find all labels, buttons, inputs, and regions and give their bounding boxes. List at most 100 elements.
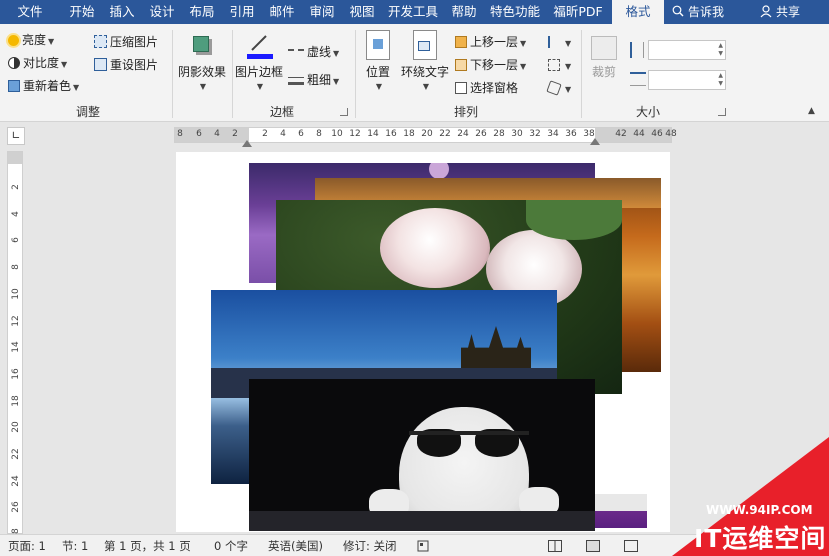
group-separator <box>232 30 233 118</box>
tab-9[interactable]: 开发工具 <box>382 0 444 24</box>
wrap-text-label: 环绕文字 <box>400 65 449 79</box>
bring-forward-button[interactable]: 上移一层 ▼ <box>455 32 526 52</box>
height-icon <box>630 42 644 58</box>
picture-border-label: 图片边框 <box>235 65 284 79</box>
pencil-icon <box>244 30 274 60</box>
ruler-tick-label: 42 <box>615 129 627 139</box>
brightness-button[interactable]: 亮度 ▼ <box>8 30 54 50</box>
height-input[interactable]: ▲ ▼ <box>648 40 726 60</box>
contrast-button[interactable]: 对比度 ▼ <box>8 53 67 73</box>
picture-border-button[interactable]: 图片边框 ▼ <box>235 30 283 91</box>
chevron-down-icon: ▼ <box>422 82 430 91</box>
chevron-down-icon: ▼ <box>520 62 527 71</box>
ruler-tick-label: 12 <box>349 129 361 139</box>
group-separator <box>355 30 356 118</box>
position-label: 位置 <box>365 65 390 79</box>
right-indent-marker[interactable] <box>590 138 600 145</box>
read-mode-icon[interactable] <box>548 535 562 556</box>
chevron-down-icon: ▼ <box>256 82 264 91</box>
size-dialog-launcher[interactable] <box>718 108 726 116</box>
ruler-tick-label: 20 <box>421 129 433 139</box>
brightness-label: 亮度 <box>22 33 47 47</box>
status-word-count[interactable]: 0 个字 <box>214 535 248 556</box>
tab-8[interactable]: 视图 <box>342 0 382 24</box>
vertical-ruler[interactable]: 246810121416182022242628 <box>7 151 23 540</box>
compress-pictures-button[interactable]: 压缩图片 <box>94 32 158 52</box>
border-group-label: 边框 <box>269 105 294 119</box>
ruler-tick-label: 24 <box>11 474 21 487</box>
spin-down-icon: ▼ <box>718 80 723 87</box>
adjust-group-label: 调整 <box>75 105 100 119</box>
chevron-down-icon: ▼ <box>375 82 383 91</box>
tab-13[interactable]: 格式 <box>612 0 664 24</box>
chevron-down-icon: ▼ <box>565 62 572 71</box>
status-revision[interactable]: 修订: 关闭 <box>343 535 397 556</box>
bring-forward-label: 上移一层 <box>470 35 519 49</box>
tab-3[interactable]: 设计 <box>142 0 182 24</box>
ruler-tick-label: 14 <box>367 129 379 139</box>
tell-me-search[interactable]: 告诉我 <box>672 0 724 24</box>
crop-button[interactable]: 裁剪 <box>586 36 622 80</box>
tab-12[interactable]: 福昕PDF <box>546 0 610 24</box>
status-page[interactable]: 页面: 1 <box>8 535 46 556</box>
width-input[interactable]: ▲ ▼ <box>648 70 726 90</box>
dalmatian-sunglasses-picture[interactable] <box>249 379 595 531</box>
status-page-of[interactable]: 第 1 页，共 1 页 <box>104 535 191 556</box>
contrast-icon <box>8 57 20 69</box>
border-dialog-launcher[interactable] <box>340 108 348 116</box>
ruler-tick-label: 30 <box>511 129 523 139</box>
recolor-button[interactable]: 重新着色 ▼ <box>8 76 79 96</box>
ruler-tick-label: 22 <box>439 129 451 139</box>
print-layout-icon[interactable] <box>586 535 600 556</box>
collapse-ribbon-icon[interactable]: ▲ <box>808 106 815 116</box>
contrast-label: 对比度 <box>23 56 60 70</box>
align-icon <box>548 36 560 48</box>
reset-picture-button[interactable]: 重设图片 <box>94 55 158 75</box>
status-language[interactable]: 英语(美国) <box>268 535 323 556</box>
share-button[interactable]: 共享 <box>760 0 800 24</box>
crop-label: 裁剪 <box>591 65 616 79</box>
ruler-tick-label: 10 <box>331 129 343 139</box>
selection-pane-button[interactable]: 选择窗格 <box>455 78 518 98</box>
tab-5[interactable]: 引用 <box>222 0 262 24</box>
macro-record-icon[interactable] <box>417 535 429 556</box>
lightbulb-icon <box>672 5 684 17</box>
tab-10[interactable]: 帮助 <box>444 0 484 24</box>
chevron-down-icon: ▼ <box>520 39 527 48</box>
ruler-tick-label: 4 <box>11 210 21 217</box>
reset-label: 重设图片 <box>110 58 159 72</box>
selection-pane-label: 选择窗格 <box>470 81 519 95</box>
recolor-picture-icon <box>8 80 20 92</box>
shadow-effects-icon <box>187 30 217 60</box>
shadow-effects-button[interactable]: 阴影效果 ▼ <box>176 30 228 91</box>
rotate-button[interactable]: ▼ <box>546 78 571 98</box>
wrap-text-button[interactable]: 环绕文字 ▼ <box>400 30 450 91</box>
dashes-button[interactable]: 虚线 ▼ <box>288 42 339 62</box>
tab-1[interactable]: 开始 <box>62 0 102 24</box>
status-section[interactable]: 节: 1 <box>62 535 88 556</box>
group-separator <box>581 30 582 118</box>
tab-6[interactable]: 邮件 <box>262 0 302 24</box>
tab-2[interactable]: 插入 <box>102 0 142 24</box>
position-button[interactable]: 位置 ▼ <box>360 30 396 91</box>
chevron-down-icon: ▼ <box>48 37 55 46</box>
tab-4[interactable]: 布局 <box>182 0 222 24</box>
send-backward-button[interactable]: 下移一层 ▼ <box>455 55 526 75</box>
ruler-tick-label: 10 <box>11 288 21 300</box>
tab-0[interactable]: 文件 <box>8 0 52 24</box>
tab-stop-selector[interactable]: ∟ <box>7 127 25 145</box>
shadow-effects-label: 阴影效果 <box>177 65 226 79</box>
width-icon <box>630 72 646 86</box>
ruler-tick-label: 24 <box>457 129 469 139</box>
chevron-down-icon: ▼ <box>61 60 68 69</box>
person-icon <box>760 5 772 18</box>
left-indent-marker[interactable] <box>242 140 252 147</box>
tab-11[interactable]: 特色功能 <box>484 0 546 24</box>
web-layout-icon[interactable] <box>624 535 638 556</box>
weight-button[interactable]: 粗细 ▼ <box>288 70 339 90</box>
ruler-tick-label: 12 <box>11 314 21 327</box>
tab-7[interactable]: 审阅 <box>302 0 342 24</box>
align-button[interactable]: ▼ <box>548 32 571 52</box>
ruler-tick-label: 14 <box>11 341 21 353</box>
group-objects-button[interactable]: ▼ <box>548 55 571 75</box>
